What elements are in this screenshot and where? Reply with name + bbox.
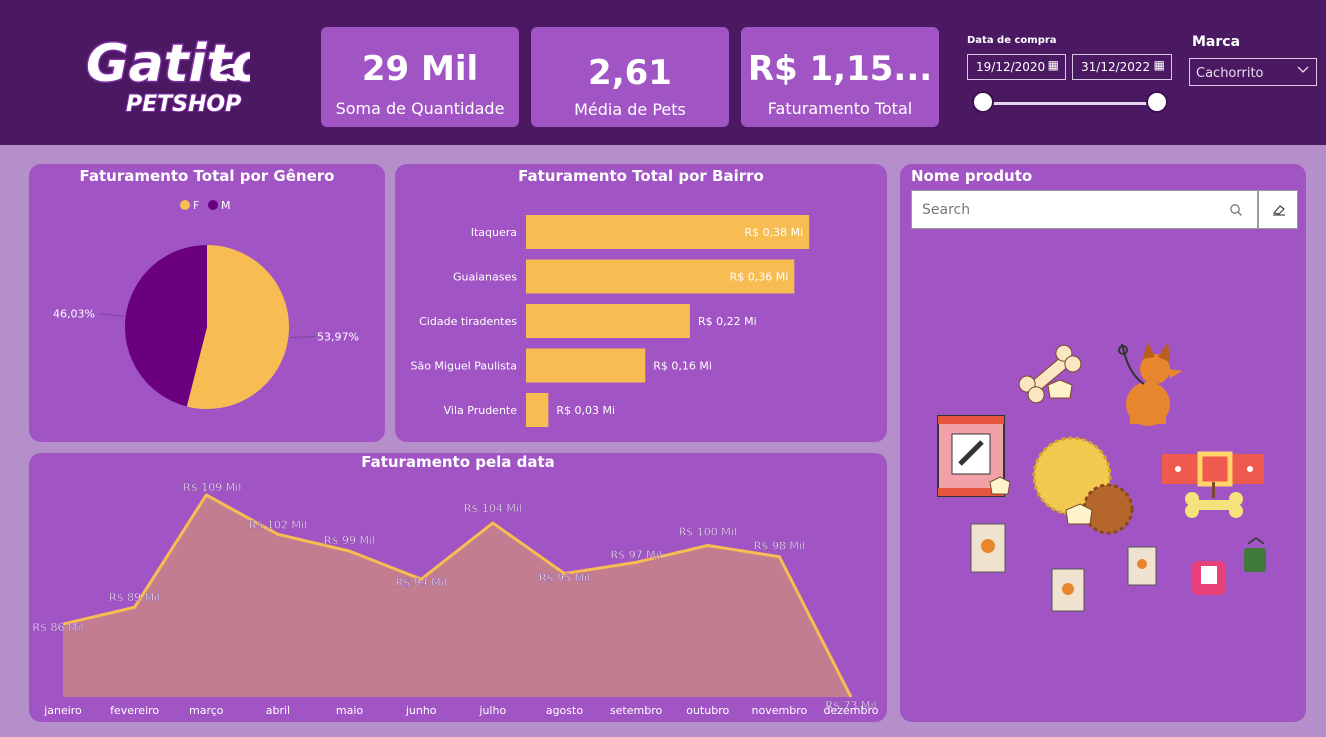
brand-selected-value: Cachorrito xyxy=(1196,66,1264,81)
x-tick-label: agosto xyxy=(546,704,583,717)
kpi-label: Soma de Quantidade xyxy=(335,99,505,118)
eraser-icon xyxy=(1272,205,1285,216)
search-placeholder: Search xyxy=(922,202,971,218)
x-tick-label: julho xyxy=(478,704,506,717)
legend-marker xyxy=(180,200,190,210)
pie-data-label: 46,03% xyxy=(53,308,95,321)
kpi-card-media-pets: 2,61 Média de Pets xyxy=(531,27,729,127)
pie-leader-line xyxy=(98,313,124,318)
area-data-label: R$ 99 Mil xyxy=(324,534,375,547)
bar-category-label: Vila Prudente xyxy=(444,404,518,417)
chevron-down-icon[interactable] xyxy=(1296,62,1310,76)
bar-category-label: Guaianases xyxy=(453,271,517,284)
product-card: Nome produto Search xyxy=(900,164,1306,722)
date-chart-card: Faturamento pela data R$ 86 Mil R$ 89 Mil… xyxy=(29,453,887,722)
bar-data-label: R$ 0,38 Mi xyxy=(745,226,804,239)
x-tick-label: dezembro xyxy=(824,704,879,717)
area-data-label: R$ 98 Mil xyxy=(754,540,805,553)
food-bag-icon xyxy=(970,523,1006,573)
calendar-icon[interactable]: ▦ xyxy=(1154,58,1165,72)
area-data-label: R$ 89 Mil xyxy=(109,591,160,604)
start-date-value: 19/12/2020 xyxy=(976,60,1046,74)
area-data-label: R$ 109 Mil xyxy=(183,481,241,494)
pet-shirt-icon xyxy=(1244,537,1266,572)
kpi-label: Faturamento Total xyxy=(767,99,913,118)
kpi-label: Média de Pets xyxy=(574,100,686,119)
brand-dropdown[interactable]: Cachorrito xyxy=(1189,58,1317,86)
area-data-label: R$ 95 Mil xyxy=(539,572,590,585)
bar-3 xyxy=(526,348,646,383)
pet-jacket-icon xyxy=(1192,561,1226,595)
food-bag-icon xyxy=(1127,546,1157,586)
clear-search-button[interactable] xyxy=(1258,190,1298,229)
gender-chart-card: Faturamento Total por Gênero F M 53,97% 46,… xyxy=(29,164,385,442)
area-data-label: R$ 104 Mil xyxy=(464,502,522,515)
x-tick-label: outubro xyxy=(686,704,729,717)
date-range-slider-track[interactable] xyxy=(983,102,1157,105)
x-tick-label: março xyxy=(189,704,224,717)
food-bag-icon xyxy=(1051,568,1085,612)
pet-products-illustration xyxy=(937,342,1266,612)
pie-data-label: 53,97% xyxy=(317,330,359,343)
kpi-card-faturamento: R$ 1,15... Faturamento Total xyxy=(741,27,939,127)
date-range-start-handle[interactable] xyxy=(972,91,994,113)
legend-label: F xyxy=(193,199,199,212)
x-tick-label: junho xyxy=(405,704,437,717)
kpi-value: R$ 1,15... xyxy=(747,49,933,89)
svg-text:PETSHOP: PETSHOP xyxy=(126,92,241,117)
kpi-value: 29 Mil xyxy=(361,49,479,89)
bar-category-label: Cidade tiradentes xyxy=(419,315,517,328)
x-tick-label: janeiro xyxy=(43,704,82,717)
pie-leader-line xyxy=(290,335,316,338)
dog-icon xyxy=(1118,342,1183,426)
area-data-label: R$ 94 Mil xyxy=(396,576,447,589)
collar-icon xyxy=(1162,451,1264,498)
area-data-label: R$ 102 Mil xyxy=(249,518,307,531)
start-date-input[interactable]: 19/12/2020 ▦ xyxy=(967,54,1066,80)
x-tick-label: fevereiro xyxy=(110,704,159,717)
bar-category-label: Itaquera xyxy=(471,226,517,239)
area-data-label: R$ 97 Mil xyxy=(610,548,661,561)
badge-icon xyxy=(1047,379,1073,399)
date-range-end-handle[interactable] xyxy=(1146,91,1168,113)
bairro-chart-card: Faturamento Total por Bairro Itaquera R$ … xyxy=(395,164,887,442)
bar-data-label: R$ 0,16 Mi xyxy=(653,360,712,373)
bar-data-label: R$ 0,22 Mi xyxy=(698,315,757,328)
svg-text:Gatito: Gatito xyxy=(86,34,250,94)
product-search-input[interactable]: Search xyxy=(911,190,1258,229)
gatito-petshop-logo: Gatito PETSHOP xyxy=(85,33,251,119)
search-icon[interactable] xyxy=(1229,203,1243,217)
end-date-value: 31/12/2022 xyxy=(1081,60,1151,74)
gender-pie-chart: F M 53,97% 46,03% xyxy=(53,199,359,409)
legend-marker xyxy=(208,200,218,210)
legend-label: M xyxy=(221,199,231,212)
x-tick-label: abril xyxy=(266,704,290,717)
bar-category-label: São Miguel Paulista xyxy=(410,360,517,373)
bairro-bar-chart: Itaquera R$ 0,38 Mi Guaianases R$ 0,36 Mi Ci… xyxy=(410,215,810,427)
bar-data-label: R$ 0,03 Mi xyxy=(556,404,615,417)
area-data-label: R$ 86 Mil xyxy=(32,621,83,634)
date-area-chart: R$ 86 Mil R$ 89 Mil R$ 109 Mil R$ 102 Mil R$… xyxy=(32,481,879,717)
x-tick-label: novembro xyxy=(752,704,808,717)
kpi-card-quantidade: 29 Mil Soma de Quantidade xyxy=(321,27,519,127)
area-data-label: R$ 100 Mil xyxy=(679,526,737,539)
brand-filter-label: Marca xyxy=(1192,34,1241,50)
calendar-icon[interactable]: ▦ xyxy=(1048,58,1059,72)
bar-4 xyxy=(526,393,549,427)
end-date-input[interactable]: 31/12/2022 ▦ xyxy=(1072,54,1172,80)
kpi-value: 2,61 xyxy=(588,53,672,93)
x-tick-label: maio xyxy=(336,704,364,717)
bar-data-label: R$ 0,36 Mi xyxy=(730,271,789,284)
ball-icon xyxy=(1082,483,1134,535)
x-tick-label: setembro xyxy=(610,704,663,717)
bar-2 xyxy=(526,304,690,338)
date-filter-label: Data de compra xyxy=(967,35,1057,46)
